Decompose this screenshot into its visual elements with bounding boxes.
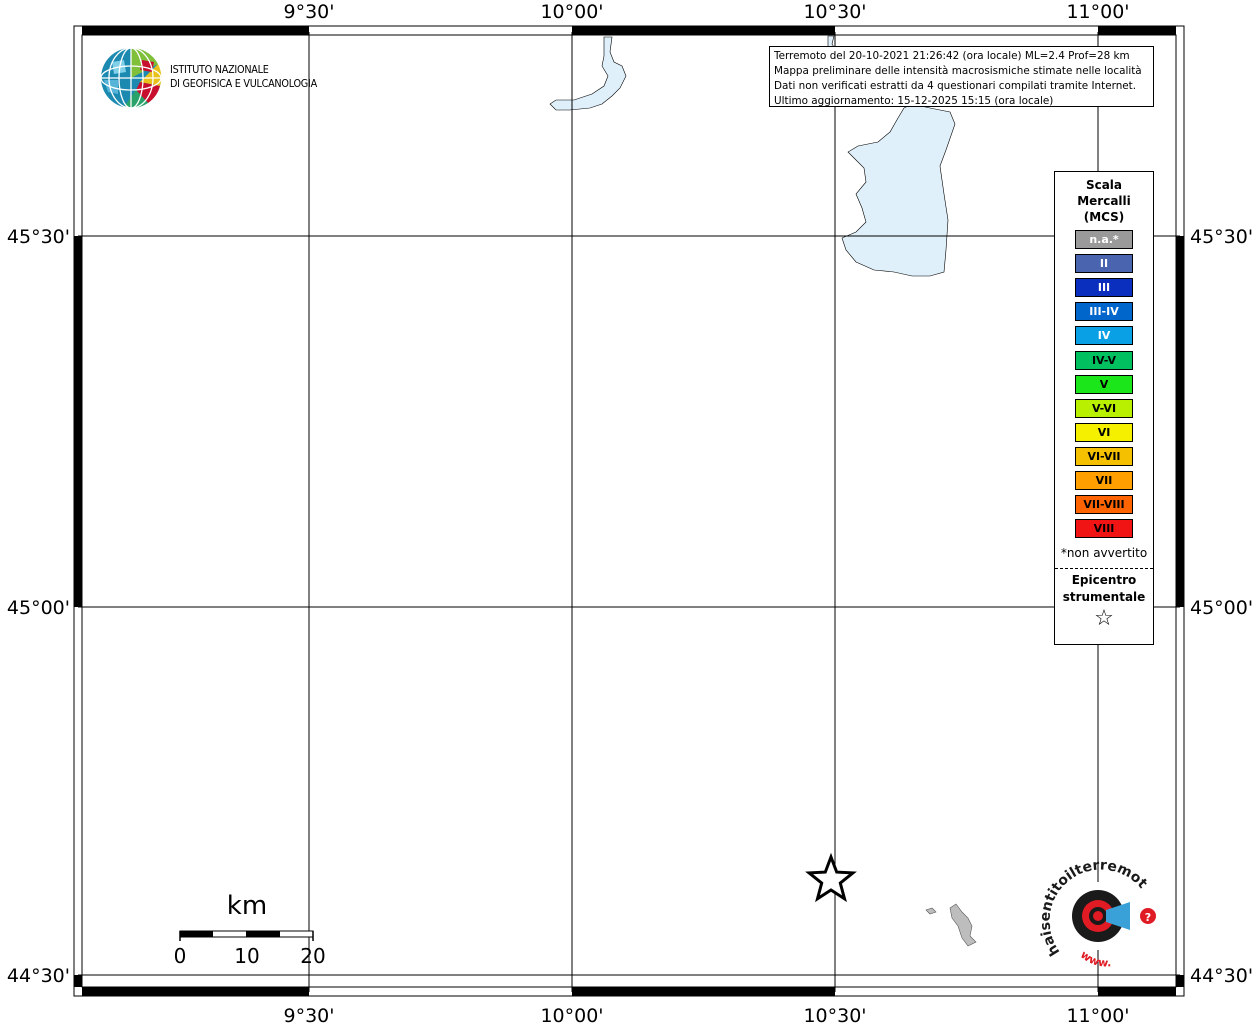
legend-separator xyxy=(1055,568,1153,569)
ingv-logo-text: ISTITUTO NAZIONALE DI GEOFISICA E VULCAN… xyxy=(170,63,317,91)
legend-item: VII xyxy=(1075,471,1133,490)
legend-title-line-3: (MCS) xyxy=(1083,210,1125,224)
left-tick-labels: 45°30' 45°00' 44°30' xyxy=(7,226,70,987)
scale-tick-label: 20 xyxy=(300,944,325,968)
bottom-tick-label: 10°30' xyxy=(803,1005,866,1024)
bottom-tick-label: 11°00' xyxy=(1066,1005,1129,1024)
legend-item: IV-V xyxy=(1075,350,1133,370)
legend-title-line-1: Scala xyxy=(1085,178,1123,192)
legend-item: III-IV xyxy=(1075,302,1133,322)
event-info-line-2: Mappa preliminare delle intensità macros… xyxy=(774,65,1142,77)
top-tick-label: 10°00' xyxy=(540,1,603,23)
right-tick-label: 45°30' xyxy=(1190,226,1253,248)
scale-bar: km 0 10 20 xyxy=(174,891,326,968)
event-info-box: Terremoto del 20-10-2021 21:26:42 (ora l… xyxy=(769,46,1154,107)
logo-line-1: ISTITUTO NAZIONALE xyxy=(170,64,269,76)
map-frame xyxy=(73,25,1185,997)
legend-epicenter: Epicentro strumentale ☆ xyxy=(1055,572,1153,631)
legend-item: VI-VII xyxy=(1075,446,1133,466)
right-tick-label: 45°00' xyxy=(1190,597,1253,619)
bottom-tick-labels: 9°30' 10°00' 10°30' 11°00' xyxy=(284,1005,1130,1024)
top-tick-label: 10°30' xyxy=(803,1,866,23)
haisentito-logo-www: www. xyxy=(1078,948,1112,970)
scale-tick-label: 0 xyxy=(174,944,187,968)
epicenter-star xyxy=(805,852,857,903)
legend-epicenter-line-1: Epicentro xyxy=(1071,573,1137,587)
legend-title-line-2: Mercalli xyxy=(1077,194,1131,208)
legend-item: VI xyxy=(1075,422,1133,442)
lake-small-south xyxy=(925,903,977,947)
bottom-tick-label: 9°30' xyxy=(284,1005,335,1024)
event-info-line-4: Ultimo aggiornamento: 15-12-2025 15:15 (… xyxy=(774,95,1054,107)
event-info-line-3: Dati non verificati estratti da 4 questi… xyxy=(774,80,1137,92)
legend-item: VIII xyxy=(1075,519,1133,539)
scale-unit-label: km xyxy=(227,891,267,921)
right-tick-label: 44°30' xyxy=(1190,965,1253,987)
mcs-legend: Scala Mercalli (MCS) n.a.* II III III-IV IV I… xyxy=(1054,171,1154,645)
right-tick-labels: 45°30' 45°00' 44°30' xyxy=(1190,226,1253,987)
svg-text:?: ? xyxy=(1145,911,1151,924)
graticule xyxy=(78,32,1180,992)
top-tick-label: 11°00' xyxy=(1066,1,1129,23)
left-tick-label: 45°00' xyxy=(7,597,70,619)
top-tick-labels: 9°30' 10°00' 10°30' 11°00' xyxy=(284,1,1130,23)
legend-star-icon: ☆ xyxy=(1094,606,1114,631)
legend-item: VII-VIII xyxy=(1075,495,1133,515)
left-tick-label: 45°30' xyxy=(7,226,70,248)
logo-line-2: DI GEOFISICA E VULCANOLOGIA xyxy=(170,78,317,90)
event-info-line-1: Terremoto del 20-10-2021 21:26:42 (ora l… xyxy=(774,50,1130,62)
legend-item: IV xyxy=(1075,326,1133,346)
top-tick-label: 9°30' xyxy=(284,1,335,23)
lake-iseo xyxy=(549,36,627,111)
legend-item: II xyxy=(1075,254,1133,274)
legend-item: III xyxy=(1075,278,1133,298)
scale-tick-label: 10 xyxy=(234,944,259,968)
legend-note: *non avvertito xyxy=(1060,546,1148,560)
ingv-logo-globe xyxy=(100,47,162,109)
legend-item: V-VI xyxy=(1075,398,1133,418)
legend-item: V xyxy=(1075,374,1133,394)
legend-title: Scala Mercalli (MCS) xyxy=(1055,177,1153,225)
bottom-tick-label: 10°00' xyxy=(540,1005,603,1024)
haisentito-logo: ? haisentitoilterremoto.it www. xyxy=(1030,860,1156,970)
legend-item: n.a.* xyxy=(1075,230,1133,249)
left-tick-label: 44°30' xyxy=(7,965,70,987)
legend-epicenter-line-2: strumentale xyxy=(1062,590,1146,604)
